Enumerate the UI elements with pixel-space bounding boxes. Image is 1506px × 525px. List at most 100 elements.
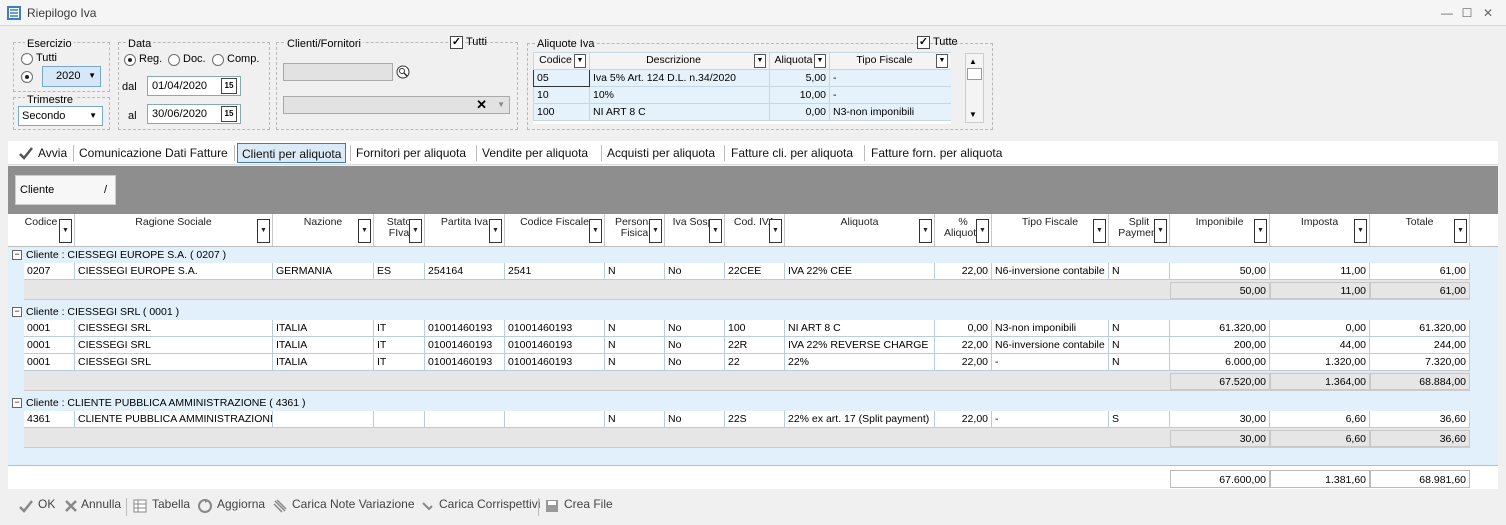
group-header-row[interactable]: − Cliente : CIESSEGI SRL ( 0001 )	[8, 304, 1498, 320]
aliquote-scrollbar[interactable]: ▲ ▼	[965, 53, 984, 123]
table-cell: 2541	[505, 263, 605, 280]
group-by-cliente-chip[interactable]: Cliente /	[15, 175, 116, 205]
tab-fornitori-per-aliquota[interactable]: Fornitori per aliquota	[352, 143, 470, 163]
tab-acquisti-per-aliquota[interactable]: Acquisti per aliquota	[603, 143, 719, 163]
tab-comunicazione-dati-fatture[interactable]: Comunicazione Dati Fatture	[75, 143, 232, 163]
maximize-button[interactable]: ☐	[1458, 4, 1476, 22]
col-imposta[interactable]: Imposta ▼	[1270, 214, 1370, 246]
table-cell: 01001460193	[425, 337, 505, 354]
table-cell: IT	[374, 337, 425, 354]
title-bar: Riepilogo Iva — ☐ ✕	[0, 0, 1506, 26]
calendar-icon[interactable]: 15	[221, 106, 237, 122]
table-cell	[425, 411, 505, 428]
ok-button[interactable]: OK	[38, 497, 55, 511]
aliquote-cell: 10,00	[769, 86, 830, 104]
trimestre-select[interactable]: Secondo ▼	[18, 106, 103, 126]
col-stato-fiva[interactable]: Stato FIva ▼	[374, 214, 425, 246]
table-cell	[273, 411, 374, 428]
col-codice-fiscale[interactable]: Codice Fiscale ▼	[505, 214, 605, 246]
table-cell: ITALIA	[273, 320, 374, 337]
col-partita-iva[interactable]: Partita Iva ▼	[425, 214, 505, 246]
esercizio-tutti-radio[interactable]	[21, 53, 33, 65]
search-icon[interactable]	[395, 64, 411, 80]
calendar-icon[interactable]: 15	[221, 78, 237, 94]
carica-note-variazione-button[interactable]: Carica Note Variazione	[292, 497, 415, 511]
clear-icon[interactable]: ✕	[476, 97, 487, 113]
minimize-button[interactable]: —	[1438, 4, 1456, 22]
col-totale[interactable]: Totale ▼	[1370, 214, 1470, 246]
table-cell: 22,00	[935, 411, 992, 428]
notes-icon	[273, 499, 287, 513]
col-codice[interactable]: Codice ▼	[8, 214, 75, 246]
group-header-row[interactable]: − Cliente : CLIENTE PUBBLICA AMMINISTRAZI…	[8, 395, 1498, 411]
table-cell: N6-inversione contabile	[992, 337, 1109, 354]
data-reg-radio[interactable]	[124, 54, 136, 66]
chevron-down-icon[interactable]: ▼	[497, 100, 505, 109]
tab-fatture-cli-per-aliquota[interactable]: Fatture cli. per aliquota	[727, 143, 857, 163]
scroll-up-icon[interactable]: ▲	[969, 57, 977, 66]
table-cell: CLIENTE PUBBLICA AMMINISTRAZIONE	[75, 411, 273, 428]
aliquote-col-tipo[interactable]: Tipo Fiscale ▼	[829, 52, 951, 70]
aliquote-col-descrizione[interactable]: Descrizione ▼	[589, 52, 770, 70]
aliquote-row[interactable]: 100 NI ART 8 C 0,00 N3-non imponibili	[533, 103, 951, 121]
clienti-fornitori-label: Clienti/Fornitori	[285, 38, 363, 50]
data-doc-radio[interactable]	[168, 54, 180, 66]
table-row[interactable]: 0001 CIESSEGI SRL ITALIA IT 01001460193 01001…	[24, 354, 1470, 371]
close-button[interactable]: ✕	[1479, 4, 1497, 22]
col-tipo-fiscale[interactable]: Tipo Fiscale ▼	[992, 214, 1109, 246]
scroll-thumb[interactable]	[967, 68, 982, 80]
table-icon	[133, 499, 147, 513]
tabella-button[interactable]: Tabella	[152, 497, 190, 511]
tab-clienti-per-aliquota[interactable]: Clienti per aliquota	[237, 143, 347, 163]
table-cell: N	[1109, 337, 1170, 354]
table-row[interactable]: 0207 CIESSEGI EUROPE S.A. GERMANIA ES 254164…	[24, 263, 1470, 280]
col-ragione-sociale[interactable]: Ragione Sociale ▼	[75, 214, 273, 246]
collapse-icon[interactable]: −	[12, 250, 22, 260]
scroll-down-icon[interactable]: ▼	[969, 110, 977, 119]
col-imponibile[interactable]: Imponibile ▼	[1170, 214, 1270, 246]
crea-file-button[interactable]: Crea File	[564, 497, 613, 511]
aggiorna-button[interactable]: Aggiorna	[217, 497, 265, 511]
col-cod-iva[interactable]: Cod. IVA ▼	[725, 214, 785, 246]
collapse-icon[interactable]: −	[12, 307, 22, 317]
col-aliquota[interactable]: Aliquota ▼	[785, 214, 935, 246]
subtotal-cell: 50,00	[1170, 282, 1270, 299]
table-row[interactable]: 0001 CIESSEGI SRL ITALIA IT 01001460193 01001…	[24, 320, 1470, 337]
table-cell: 6.000,00	[1170, 354, 1270, 371]
cliente-code-field[interactable]	[283, 63, 393, 81]
table-row[interactable]: 4361 CLIENTE PUBBLICA AMMINISTRAZIONE N No 2…	[24, 411, 1470, 428]
carica-corrispettivi-button[interactable]: Carica Corrispettivi	[439, 497, 540, 511]
col-nazione[interactable]: Nazione ▼	[273, 214, 374, 246]
col-iva-sosp[interactable]: Iva Sosp. ▼	[665, 214, 725, 246]
cliente-name-select[interactable]: ✕ ▼	[283, 96, 510, 114]
collapse-icon[interactable]: −	[12, 398, 22, 408]
avvia-button[interactable]: Avvia	[34, 143, 71, 163]
table-cell: 01001460193	[425, 354, 505, 371]
aliquote-grid[interactable]: Codice ▼ Descrizione ▼ Aliquota ▼ Tipo Fisc…	[533, 52, 951, 124]
table-cell: 6,60	[1270, 411, 1370, 428]
table-cell: 22R	[725, 337, 785, 354]
total-totale: 68.981,60	[1370, 470, 1470, 488]
col-split-payment[interactable]: Split Payment ▼	[1109, 214, 1170, 246]
table-row[interactable]: 0001 CIESSEGI SRL ITALIA IT 01001460193 01001…	[24, 337, 1470, 354]
tutti-checkbox[interactable]: ✓	[450, 36, 463, 49]
table-cell: ITALIA	[273, 337, 374, 354]
group-header-row[interactable]: − Cliente : CIESSEGI EUROPE S.A. ( 0207 )	[8, 247, 1498, 263]
subtotal-row: 50,00 11,00 61,00	[24, 280, 1470, 300]
aliquote-row[interactable]: 05 Iva 5% Art. 124 D.L. n.34/2020 5,00 -	[533, 69, 951, 87]
col-persona-fisica[interactable]: Persona Fisica ▼	[605, 214, 665, 246]
table-cell: 22,00	[935, 354, 992, 371]
tab-fatture-forn-per-aliquota[interactable]: Fatture forn. per aliquota	[867, 143, 1006, 163]
annulla-button[interactable]: Annulla	[81, 497, 121, 511]
esercizio-year-select[interactable]: 2020 ▼	[42, 66, 101, 87]
grid-body[interactable]: − Cliente : CIESSEGI EUROPE S.A. ( 0207 )…	[8, 247, 1498, 465]
tutte-checkbox[interactable]: ✓	[917, 36, 930, 49]
aliquote-col-aliquota[interactable]: Aliquota ▼	[769, 52, 830, 70]
tab-vendite-per-aliquota[interactable]: Vendite per aliquota	[478, 143, 592, 163]
col-perc-aliquota[interactable]: % Aliquota ▼	[935, 214, 992, 246]
app-icon	[7, 6, 21, 20]
data-comp-radio[interactable]	[212, 54, 224, 66]
aliquote-col-codice[interactable]: Codice ▼	[533, 52, 590, 70]
esercizio-year-radio[interactable]	[21, 71, 33, 83]
aliquote-row[interactable]: 10 10% 10,00 -	[533, 86, 951, 104]
